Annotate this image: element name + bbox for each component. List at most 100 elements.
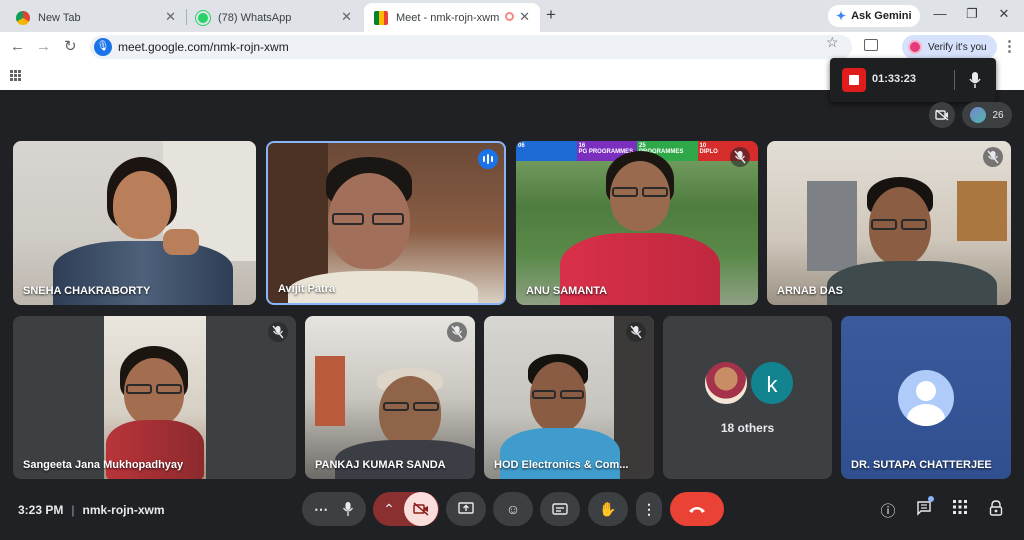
tab-meet[interactable]: Meet - nmk-rojn-xwm ✕ xyxy=(364,3,540,32)
tab-new-tab[interactable]: New Tab ✕ xyxy=(6,3,186,32)
participant-tile-speaking[interactable]: Avijit Patra xyxy=(266,141,506,305)
captions-icon xyxy=(552,503,568,515)
participant-name: PANKAJ KUMAR SANDA xyxy=(315,459,446,471)
hand-icon: ✋ xyxy=(599,500,617,517)
participant-name: SNEHA CHAKRABORTY xyxy=(23,285,151,297)
tab-title: New Tab xyxy=(38,11,81,24)
mic-icon[interactable] xyxy=(342,501,354,517)
verify-profile-button[interactable]: Verify it's you xyxy=(902,35,997,59)
mic-control-group[interactable]: ⋯ xyxy=(302,492,366,526)
restore-button[interactable]: ❐ xyxy=(962,6,982,22)
close-tab-icon[interactable]: ✕ xyxy=(341,10,352,24)
forward-button[interactable]: → xyxy=(36,38,51,56)
background-shelf xyxy=(315,356,345,426)
chrome-icon xyxy=(16,10,30,25)
participant-name: Avijit Patra xyxy=(278,283,336,295)
url-text: meet.google.com/nmk-rojn-xwm xyxy=(118,40,289,54)
camera-off-badge[interactable] xyxy=(929,102,955,128)
participants-icon xyxy=(970,107,987,123)
participant-body xyxy=(500,428,620,479)
activities-icon[interactable] xyxy=(950,500,970,518)
participant-tile[interactable]: HOD Electronics & Com... xyxy=(484,316,654,479)
participant-count: 26 xyxy=(992,109,1004,121)
stop-recording-button[interactable] xyxy=(842,68,866,92)
muted-badge xyxy=(268,322,288,342)
ask-gemini-button[interactable]: ✦ Ask Gemini xyxy=(828,5,920,27)
browser-menu-icon[interactable]: ⋮ xyxy=(1002,37,1017,55)
participant-tile[interactable]: PANKAJ KUMAR SANDA xyxy=(305,316,475,479)
camera-off-icon xyxy=(935,109,949,121)
chevron-up-icon[interactable]: ⌃ xyxy=(374,501,404,518)
present-screen-button[interactable] xyxy=(446,492,486,526)
participant-tile[interactable]: DR. SUTAPA CHATTERJEE xyxy=(841,316,1011,479)
participant-tile[interactable]: Sangeeta Jana Mukhopadhyay xyxy=(13,316,296,479)
glasses xyxy=(372,213,404,225)
glasses xyxy=(612,187,638,197)
muted-badge xyxy=(983,147,1003,167)
reload-button[interactable]: ↻ xyxy=(64,38,77,56)
divider xyxy=(954,70,955,90)
present-screen-icon xyxy=(458,502,474,514)
muted-badge xyxy=(730,147,750,167)
mic-in-use-icon[interactable]: 🎙 xyxy=(94,38,112,56)
close-tab-icon[interactable]: ✕ xyxy=(165,10,176,24)
address-bar[interactable]: 🎙 meet.google.com/nmk-rojn-xwm xyxy=(90,35,852,59)
unread-dot xyxy=(928,496,934,502)
glasses xyxy=(156,384,182,394)
default-avatar xyxy=(898,370,954,426)
speaking-indicator-icon xyxy=(478,149,498,169)
participants-badge[interactable]: 26 xyxy=(962,102,1012,128)
audio-settings-icon[interactable]: ⋯ xyxy=(314,501,328,518)
glasses xyxy=(901,219,927,230)
host-controls-icon[interactable] xyxy=(986,500,1006,520)
close-tab-icon[interactable]: ✕ xyxy=(519,10,530,24)
participant-name: HOD Electronics & Com... xyxy=(494,459,629,471)
close-window-button[interactable]: ✕ xyxy=(994,6,1014,22)
participant-video xyxy=(104,316,206,479)
ask-gemini-label: Ask Gemini xyxy=(851,10,912,22)
profile-avatar xyxy=(908,40,922,54)
new-tab-button[interactable]: + xyxy=(546,6,556,24)
meet-icon xyxy=(374,10,388,25)
banner-label: DIPLO xyxy=(699,149,718,155)
minimize-button[interactable]: — xyxy=(930,6,950,21)
end-call-icon xyxy=(689,507,705,513)
participant-tile[interactable]: 06 16 PG PROGRAMMES 25 PROGRAMMES 10 DIPLO … xyxy=(516,141,758,305)
back-button[interactable]: ← xyxy=(10,38,25,56)
participant-tile[interactable]: SNEHA CHAKRABORTY xyxy=(13,141,256,305)
raise-hand-button[interactable]: ✋ xyxy=(588,492,628,526)
recording-popup: 01:33:23 xyxy=(830,58,996,102)
tab-strip: New Tab ✕ (78) WhatsApp ✕ Meet - nmk-roj… xyxy=(0,0,1024,32)
tab-whatsapp[interactable]: (78) WhatsApp ✕ xyxy=(186,3,362,32)
participant-body xyxy=(827,261,997,305)
mic-icon[interactable] xyxy=(968,70,982,90)
meeting-details-icon[interactable]: ⓘ xyxy=(878,500,898,521)
mic-off-icon xyxy=(734,150,746,164)
camera-control-group[interactable]: ⌃ xyxy=(373,492,439,526)
gemini-icon: ✦ xyxy=(836,9,847,23)
participant-face xyxy=(379,376,441,448)
reactions-button[interactable]: ☺ xyxy=(493,492,533,526)
glasses xyxy=(332,213,364,225)
tab-search-icon[interactable] xyxy=(864,39,878,51)
participant-name: Sangeeta Jana Mukhopadhyay xyxy=(23,459,184,471)
camera-toggle-button[interactable] xyxy=(404,492,438,526)
participant-tile[interactable]: ARNAB DAS xyxy=(767,141,1011,305)
participant-hand xyxy=(163,229,199,255)
tab-title: (78) WhatsApp xyxy=(218,11,292,24)
apps-grid-icon[interactable] xyxy=(10,70,21,81)
avatar-body xyxy=(907,404,945,426)
mic-off-icon xyxy=(451,325,463,339)
leave-call-button[interactable] xyxy=(670,492,724,526)
emoji-icon: ☺ xyxy=(505,501,521,517)
recording-indicator-icon xyxy=(505,12,514,21)
captions-button[interactable] xyxy=(540,492,580,526)
more-options-button[interactable]: ⋮ xyxy=(636,492,662,526)
bookmark-star-icon[interactable]: ☆ xyxy=(826,34,839,51)
glasses xyxy=(871,219,897,230)
meeting-info: 3:23 PM | nmk-rojn-xwm xyxy=(18,503,165,517)
others-tile[interactable]: k 18 others xyxy=(663,316,832,479)
participant-name: ARNAB DAS xyxy=(777,285,843,297)
chat-icon[interactable] xyxy=(914,496,934,520)
background-shelf xyxy=(957,181,1007,241)
